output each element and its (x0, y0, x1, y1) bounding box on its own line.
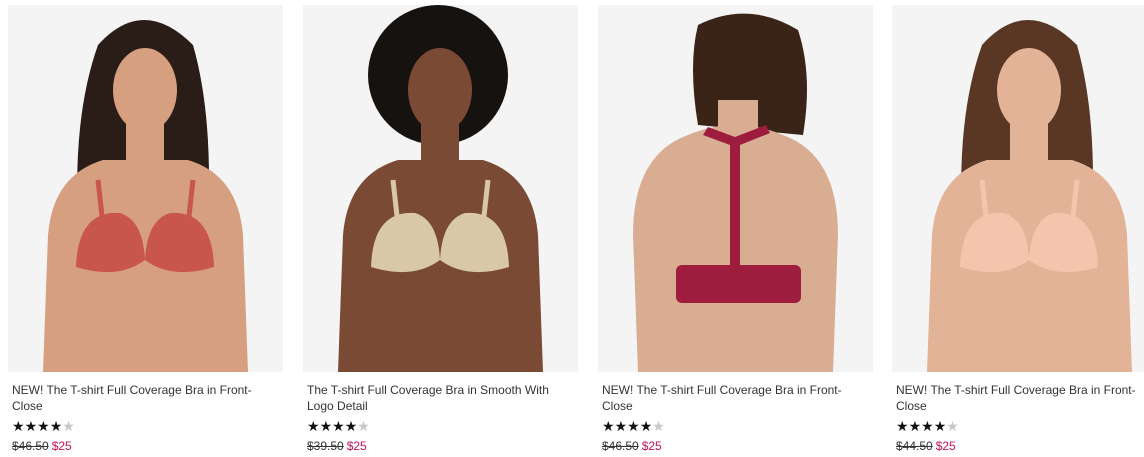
product-title[interactable]: The T-shirt Full Coverage Bra in Smooth … (303, 382, 558, 414)
star-filled-icon: ★ (639, 418, 653, 434)
product-card[interactable]: The T-shirt Full Coverage Bra in Smooth … (303, 5, 578, 453)
product-image[interactable] (8, 5, 283, 372)
star-rating: ★★★★★ (303, 419, 578, 433)
product-title[interactable]: NEW! The T-shirt Full Coverage Bra in Fr… (892, 382, 1144, 414)
product-image[interactable] (598, 5, 873, 372)
product-title[interactable]: NEW! The T-shirt Full Coverage Bra in Fr… (8, 382, 263, 414)
product-card[interactable]: NEW! The T-shirt Full Coverage Bra in Fr… (598, 5, 873, 453)
price: $46.50 $25 (8, 439, 283, 453)
star-rating: ★★★★★ (8, 419, 283, 433)
price: $39.50 $25 (303, 439, 578, 453)
star-filled-icon: ★ (24, 418, 38, 434)
original-price: $44.50 (896, 439, 933, 453)
product-card[interactable]: NEW! The T-shirt Full Coverage Bra in Fr… (892, 5, 1144, 453)
star-empty-icon: ★ (62, 418, 75, 434)
product-image[interactable] (303, 5, 578, 372)
product-grid: NEW! The T-shirt Full Coverage Bra in Fr… (0, 0, 1144, 457)
star-empty-icon: ★ (652, 418, 665, 434)
sale-price: $25 (51, 439, 72, 453)
model-photo-illustration (8, 5, 283, 372)
sale-price: $25 (935, 439, 956, 453)
star-filled-icon: ★ (602, 418, 615, 434)
product-title[interactable]: NEW! The T-shirt Full Coverage Bra in Fr… (598, 382, 853, 414)
star-empty-icon: ★ (357, 418, 370, 434)
original-price: $39.50 (307, 439, 344, 453)
original-price: $46.50 (12, 439, 49, 453)
star-filled-icon: ★ (896, 418, 909, 434)
star-filled-icon: ★ (49, 418, 63, 434)
star-rating: ★★★★★ (598, 419, 873, 433)
star-empty-icon: ★ (946, 418, 959, 434)
product-image[interactable] (892, 5, 1144, 372)
model-photo-illustration (303, 5, 578, 372)
price: $44.50 $25 (892, 439, 1144, 453)
star-filled-icon: ★ (37, 418, 50, 434)
product-card[interactable]: NEW! The T-shirt Full Coverage Bra in Fr… (8, 5, 283, 453)
star-filled-icon: ★ (921, 418, 934, 434)
star-filled-icon: ★ (332, 418, 345, 434)
star-filled-icon: ★ (614, 418, 628, 434)
sale-price: $25 (641, 439, 662, 453)
star-filled-icon: ★ (344, 418, 358, 434)
star-filled-icon: ★ (627, 418, 640, 434)
model-photo-illustration (598, 5, 873, 372)
star-filled-icon: ★ (933, 418, 947, 434)
original-price: $46.50 (602, 439, 639, 453)
price: $46.50 $25 (598, 439, 873, 453)
star-filled-icon: ★ (319, 418, 333, 434)
sale-price: $25 (346, 439, 367, 453)
star-rating: ★★★★★ (892, 419, 1144, 433)
star-filled-icon: ★ (307, 418, 320, 434)
star-filled-icon: ★ (12, 418, 25, 434)
star-filled-icon: ★ (908, 418, 922, 434)
model-photo-illustration (892, 5, 1144, 372)
